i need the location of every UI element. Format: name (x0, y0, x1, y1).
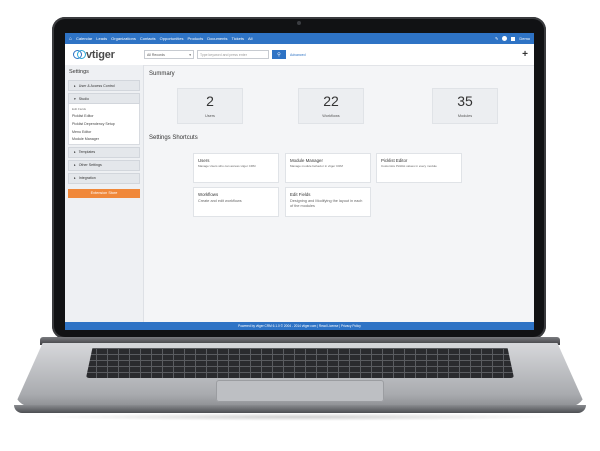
chevron-right-icon: ▸ (74, 163, 76, 168)
shortcut-desc: Manage Users who can access vtiger CRM (198, 164, 256, 168)
search-placeholder: Type keyword and press enter (200, 52, 247, 57)
shortcut-desc: Create and edit workflows (198, 199, 242, 203)
shortcut-desc: Customize Picklist values in every modul… (381, 164, 437, 168)
wrench-icon[interactable]: ✎ (495, 36, 498, 41)
nav-item-contacts[interactable]: Contacts (140, 36, 156, 41)
topnav-right: ✎ Demo (495, 36, 530, 41)
shortcut-title: Module Manager (290, 158, 323, 163)
webcam-icon (297, 21, 301, 25)
nav-item-opportunities[interactable]: Opportunities (160, 36, 184, 41)
nav-item-documents[interactable]: Documents (207, 36, 227, 41)
summary-value: 22 (323, 93, 339, 109)
shortcut-title: Users (198, 158, 210, 163)
summary-label: Users (205, 114, 215, 118)
chevron-down-icon: ▾ (74, 96, 76, 101)
shortcut-title: Workflows (198, 192, 219, 197)
shortcut-edit-fields[interactable]: Edit Fields Designing and Modifying the … (285, 187, 371, 217)
laptop-base (14, 405, 586, 413)
chevron-down-icon: ▾ (189, 52, 191, 57)
shortcut-title: Edit Fields (290, 192, 311, 197)
extension-store-button[interactable]: Extension Store (68, 188, 140, 198)
module-select-value: All Records (147, 52, 165, 57)
shortcut-title: Picklist Editor (381, 158, 408, 163)
sidebar-section-other-settings[interactable]: ▸ Other Settings (68, 159, 140, 171)
nav-item-organizations[interactable]: Organizations (111, 36, 136, 41)
sidebar-item-picklist-editor[interactable]: Picklist Editor (69, 113, 139, 121)
summary-value: 35 (457, 93, 473, 109)
shortcut-desc: Manage module behavior in vtiger CRM (290, 164, 343, 168)
logo-text: vtiger (86, 48, 115, 61)
screen: ⌂ Calendar Leads Organizations Contacts … (65, 33, 534, 330)
summary-value: 2 (206, 93, 214, 109)
summary-card-workflows[interactable]: 22 Workflows (298, 88, 364, 124)
home-icon[interactable]: ⌂ (69, 36, 72, 42)
advanced-search-link[interactable]: Advanced (290, 53, 306, 57)
sidebar-section-templates[interactable]: ▸ Templates (68, 146, 140, 158)
search-button[interactable]: ⚲ (272, 50, 286, 59)
summary-card-modules[interactable]: 35 Modules (432, 88, 498, 124)
shortcut-desc: Designing and Modifying the layout in ea… (290, 199, 363, 208)
sidebar-item-picklist-dependency[interactable]: Picklist Dependency Setup (69, 120, 139, 128)
studio-list: Edit Fields Picklist Editor Picklist Dep… (68, 104, 140, 145)
nav-item-tickets[interactable]: Tickets (231, 36, 244, 41)
shortcut-workflows[interactable]: Workflows Create and edit workflows (193, 187, 279, 217)
sidebar-title: Settings (69, 69, 89, 75)
summary-heading: Summary (149, 71, 175, 77)
summary-card-users[interactable]: 2 Users (177, 88, 243, 124)
user-icon[interactable] (511, 36, 516, 41)
keyboard (86, 348, 514, 378)
shortcut-picklist-editor[interactable]: Picklist Editor Customize Picklist value… (376, 153, 462, 183)
module-select[interactable]: All Records ▾ (144, 50, 194, 59)
chevron-right-icon: ▸ (74, 83, 76, 88)
settings-main: Summary 2 Users 22 Workflows 35 Modules … (144, 65, 534, 324)
nav-item-leads[interactable]: Leads (96, 36, 107, 41)
shortcuts-heading: Settings Shortcuts (149, 135, 198, 141)
nav-item-all[interactable]: All (248, 36, 252, 41)
vtiger-logo[interactable]: vtiger (73, 49, 143, 61)
touchpad (216, 380, 384, 402)
shortcut-users[interactable]: Users Manage Users who can access vtiger… (193, 153, 279, 183)
help-icon[interactable] (502, 36, 508, 41)
sidebar-section-studio[interactable]: ▾ Studio (68, 93, 140, 104)
summary-label: Modules (457, 114, 473, 118)
sidebar-item-module-manager[interactable]: Module Manager (69, 135, 139, 143)
top-navigation: ⌂ Calendar Leads Organizations Contacts … (65, 33, 534, 44)
nav-item-calendar[interactable]: Calendar (76, 36, 92, 41)
search-input[interactable]: Type keyword and press enter (197, 50, 269, 59)
user-label[interactable]: Demo (519, 36, 530, 41)
footer-text: Powered by vtiger CRM 6.1.0 © 2004 - 201… (238, 324, 361, 328)
shortcut-module-manager[interactable]: Module Manager Manage module behavior in… (285, 153, 371, 183)
search-icon: ⚲ (277, 51, 281, 58)
footer-bar: Powered by vtiger CRM 6.1.0 © 2004 - 201… (65, 322, 534, 330)
laptop-shadow (40, 413, 560, 421)
chevron-right-icon: ▸ (74, 150, 76, 155)
sidebar-section-user-access[interactable]: ▸ User & Access Control (68, 80, 140, 91)
chevron-right-icon: ▸ (74, 176, 76, 181)
sidebar-item-menu-editor[interactable]: Menu Editor (69, 128, 139, 136)
settings-sidebar: Settings ▸ User & Access Control ▾ Studi… (65, 65, 144, 324)
nav-item-products[interactable]: Products (187, 36, 203, 41)
logo-icon (73, 50, 86, 59)
sidebar-item-edit-fields[interactable]: Edit Fields (69, 105, 139, 113)
header-bar: vtiger All Records ▾ Type keyword and pr… (65, 44, 534, 66)
add-icon[interactable]: + (522, 49, 528, 60)
summary-label: Workflows (322, 114, 340, 118)
sidebar-section-integration[interactable]: ▸ Integration (68, 172, 140, 184)
